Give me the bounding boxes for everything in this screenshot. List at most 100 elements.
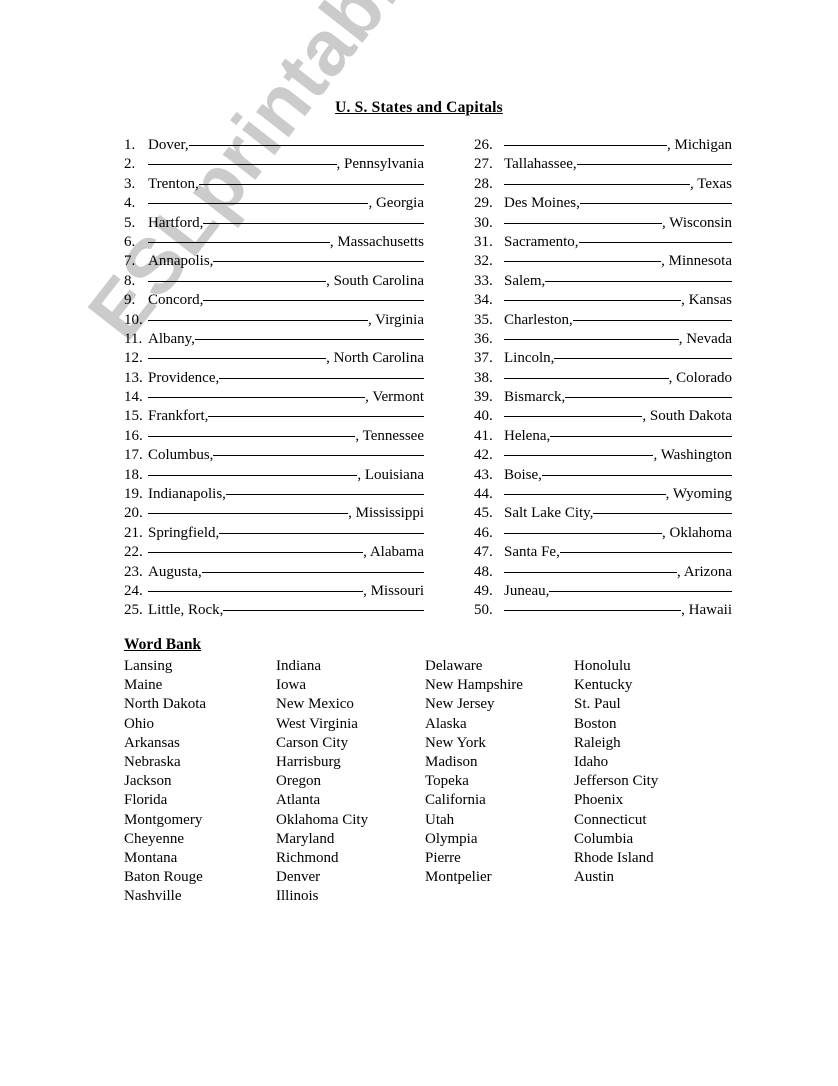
exercise-item-prompt: Santa Fe, (504, 544, 560, 561)
answer-blank[interactable] (203, 300, 424, 302)
exercise-item-number: 28. (474, 175, 493, 192)
exercise-item-number: 10. (124, 311, 143, 328)
word-bank-item: Jefferson City (574, 773, 659, 790)
word-bank-item: Cheyenne (124, 830, 184, 847)
answer-blank[interactable] (504, 455, 654, 457)
word-bank-item: New Mexico (276, 696, 354, 713)
exercise-item-number: 36. (474, 330, 493, 347)
exercise-item: 32. , Minnesota (474, 252, 732, 271)
exercise-item-number: 2. (124, 156, 136, 173)
word-bank-item: Montgomery (124, 811, 203, 828)
exercise-item-prompt: Annapolis, (148, 253, 214, 270)
answer-blank[interactable] (504, 377, 669, 379)
exercise-item: 15. Frankfort, (124, 407, 424, 426)
answer-blank[interactable] (148, 552, 364, 554)
answer-blank[interactable] (504, 338, 679, 340)
answer-blank[interactable] (572, 319, 732, 321)
exercise-item-number: 27. (474, 156, 493, 173)
exercise-item: 29. Des Moines, (474, 194, 732, 213)
exercise-item-state: , Pennsylvania (336, 156, 425, 173)
answer-blank[interactable] (549, 590, 732, 592)
answer-blank[interactable] (198, 183, 424, 185)
exercise-item-number: 38. (474, 369, 493, 386)
word-bank-item: Pierre (425, 849, 461, 866)
exercise-item: 28. , Texas (474, 175, 732, 194)
word-bank-item: Iowa (276, 677, 306, 694)
answer-blank[interactable] (559, 552, 732, 554)
exercise-item-prompt: Providence, (148, 369, 220, 386)
word-bank-item: Ohio (124, 715, 154, 732)
answer-blank[interactable] (504, 145, 667, 146)
word-bank-column-2: Indiana Iowa New Mexico West Virginia Carson… (276, 657, 368, 906)
answer-blank[interactable] (148, 241, 330, 243)
exercise-item-number: 22. (124, 544, 143, 561)
answer-blank[interactable] (504, 300, 682, 302)
exercise-item-number: 21. (124, 524, 143, 541)
answer-blank[interactable] (565, 397, 732, 399)
answer-blank[interactable] (579, 203, 732, 205)
exercise-item-number: 43. (474, 466, 493, 483)
answer-blank[interactable] (593, 513, 732, 515)
answer-blank[interactable] (550, 435, 732, 437)
answer-blank[interactable] (148, 164, 337, 166)
answer-blank[interactable] (545, 280, 732, 282)
exercise-item-state: , Georgia (368, 195, 424, 212)
answer-blank[interactable] (504, 494, 666, 496)
answer-blank[interactable] (213, 455, 424, 457)
answer-blank[interactable] (148, 397, 366, 399)
answer-blank[interactable] (504, 416, 643, 418)
answer-blank[interactable] (148, 280, 327, 282)
answer-blank[interactable] (203, 222, 424, 224)
word-bank-item: Maine (124, 677, 163, 694)
answer-blank[interactable] (504, 222, 663, 224)
answer-blank[interactable] (148, 319, 368, 321)
exercise-item: 42. , Washington (474, 446, 732, 465)
exercise-item: 46. , Oklahoma (474, 524, 732, 543)
answer-blank[interactable] (148, 474, 358, 476)
answer-blank[interactable] (148, 590, 364, 592)
exercise-item-state: , Virginia (367, 311, 424, 328)
answer-blank[interactable] (578, 241, 732, 243)
answer-blank[interactable] (148, 513, 349, 515)
answer-blank[interactable] (194, 338, 424, 340)
answer-blank[interactable] (213, 261, 424, 263)
answer-blank[interactable] (541, 474, 732, 476)
answer-blank[interactable] (223, 610, 424, 612)
exercise-item-number: 14. (124, 389, 143, 406)
exercise-item: 10. , Virginia (124, 311, 424, 330)
answer-blank[interactable] (188, 145, 424, 146)
exercise-item: 14. , Vermont (124, 388, 424, 407)
exercise-item: 40. , South Dakota (474, 407, 732, 426)
answer-blank[interactable] (201, 571, 424, 573)
exercise-item: 27. Tallahassee, (474, 155, 732, 174)
word-bank-column-4: Honolulu Kentucky St. Paul Boston Raleigh Ida… (574, 657, 658, 887)
answer-blank[interactable] (504, 261, 662, 263)
exercise-item-number: 39. (474, 389, 493, 406)
exercise-item-prompt: Lincoln, (504, 350, 555, 367)
answer-blank[interactable] (554, 358, 732, 360)
answer-blank[interactable] (576, 164, 732, 166)
answer-blank[interactable] (504, 532, 663, 534)
answer-blank[interactable] (208, 416, 424, 418)
answer-blank[interactable] (148, 358, 327, 360)
answer-blank[interactable] (148, 203, 369, 205)
word-bank-item: Oregon (276, 773, 321, 790)
exercise-item: 24. , Missouri (124, 582, 424, 601)
answer-blank[interactable] (225, 494, 424, 496)
word-bank-item: Baton Rouge (124, 869, 203, 886)
exercise-item-number: 42. (474, 447, 493, 464)
exercise-item-state: , Vermont (365, 389, 424, 406)
exercise-item: 9. Concord, (124, 291, 424, 310)
exercise-item-number: 11. (124, 330, 143, 347)
answer-blank[interactable] (504, 183, 690, 185)
answer-blank[interactable] (504, 610, 682, 612)
word-bank-item: Olympia (425, 830, 478, 847)
answer-blank[interactable] (219, 377, 424, 379)
answer-blank[interactable] (504, 571, 678, 573)
exercise-item: 3. Trenton, (124, 175, 424, 194)
answer-blank[interactable] (219, 532, 424, 534)
exercise-item-state: , Michigan (667, 137, 732, 153)
answer-blank[interactable] (148, 435, 356, 437)
exercise-item-prompt: Frankfort, (148, 408, 209, 425)
word-bank-item: New Hampshire (425, 677, 523, 694)
